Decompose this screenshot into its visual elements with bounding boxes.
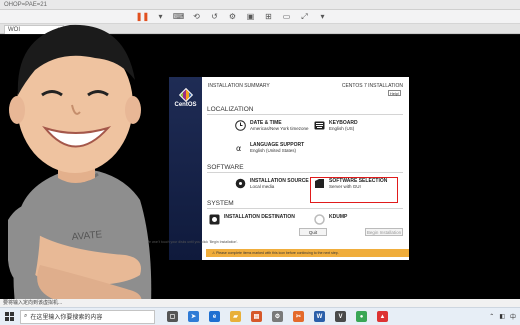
spoke-date-time-status: Americas/New York timezone <box>250 126 309 131</box>
taskbar-search-placeholder: 在这里输入你要搜索的内容 <box>30 315 103 321</box>
spoke-installation-destination[interactable]: INSTALLATION DESTINATION <box>209 214 295 225</box>
help-button[interactable]: Help! <box>388 90 401 96</box>
section-software: SOFTWARE <box>207 164 244 171</box>
view-dropdown-icon[interactable]: ▾ <box>318 12 327 21</box>
taskbar-search[interactable]: ⌕ 在这里输入你要搜索的内容 <box>20 309 155 324</box>
installer-window: CentOS INSTALLATION SUMMARY CENTOS 7 INS… <box>169 77 409 260</box>
vm-status-line: 要将输入定向到该虚拟机... <box>0 299 520 307</box>
search-icon: ⌕ <box>24 313 28 319</box>
installer-title: INSTALLATION SUMMARY <box>208 83 270 89</box>
divider <box>207 208 403 209</box>
store-icon[interactable]: ▤ <box>251 311 262 322</box>
spoke-destination-title: INSTALLATION DESTINATION <box>224 214 295 220</box>
spoke-keyboard[interactable]: KEYBOARD English (US) <box>314 120 358 132</box>
restore-icon[interactable]: ↺ <box>210 12 219 21</box>
taskbar-apps: ▢ ➤ e ▰ ▤ ⚙ ✂ W V ● ▲ <box>167 311 388 322</box>
send-icon[interactable]: ➤ <box>188 311 199 322</box>
console-icon[interactable]: ▭ <box>282 12 291 21</box>
spoke-language-support[interactable]: α LANGUAGE SUPPORT English (United State… <box>235 142 304 154</box>
tool-icon[interactable]: ✂ <box>293 311 304 322</box>
centos-logo-icon <box>178 87 193 103</box>
snapshot-icon[interactable]: ⟲ <box>192 12 201 21</box>
section-localization: LOCALIZATION <box>207 106 254 113</box>
chat-icon[interactable]: ● <box>356 311 367 322</box>
harddisk-icon <box>209 214 220 225</box>
stretch-icon[interactable]: ⤢ <box>300 12 309 21</box>
task-view-icon[interactable]: ▢ <box>167 311 178 322</box>
avatar-cartoon: AVATE <box>8 24 152 325</box>
centos-logo: CentOS <box>172 87 199 108</box>
highlight-box <box>310 177 398 203</box>
folder-icon[interactable]: ▰ <box>230 311 241 322</box>
spoke-source-status: Local media <box>250 184 275 189</box>
disc-icon <box>235 178 246 189</box>
kdump-icon <box>314 214 325 225</box>
svg-text:α: α <box>236 144 241 153</box>
language-icon: α <box>235 142 246 153</box>
word-icon[interactable]: W <box>314 311 325 322</box>
quit-button[interactable]: Quit <box>299 228 327 236</box>
begin-installation-button[interactable]: Begin Installation <box>365 228 403 236</box>
installer-version: CENTOS 7 INSTALLATION <box>341 83 403 89</box>
spoke-date-time[interactable]: DATE & TIME Americas/New York timezone <box>235 120 309 132</box>
warning-text: Please complete items marked with this i… <box>216 251 339 255</box>
network-icon[interactable]: ◧ <box>499 313 505 320</box>
edge-icon[interactable]: e <box>209 311 220 322</box>
clock-icon <box>235 120 246 131</box>
fullscreen-icon[interactable]: ▣ <box>246 12 255 21</box>
spoke-keyboard-status: English (US) <box>329 126 355 131</box>
red-app-icon[interactable]: ▲ <box>377 311 388 322</box>
send-keys-icon[interactable]: ⌨ <box>173 12 185 21</box>
settings-icon[interactable]: ⚙ <box>272 311 283 322</box>
keyboard-icon <box>314 120 325 131</box>
divider <box>207 172 403 173</box>
windows-start-icon[interactable] <box>0 308 18 325</box>
spoke-language-status: English (United States) <box>250 148 297 153</box>
spoke-kdump[interactable]: KDUMP <box>314 214 347 225</box>
spoke-kdump-title: KDUMP <box>329 214 348 220</box>
chevron-up-icon[interactable]: ⌃ <box>489 313 494 320</box>
ime-indicator[interactable]: 中 <box>510 312 516 321</box>
installer-sidebar: CentOS <box>169 77 202 260</box>
taskbar: ⌕ 在这里输入你要搜索的内容 ▢ ➤ e ▰ ▤ ⚙ ✂ W V ● ▲ ⌃ ◧… <box>0 307 520 325</box>
spoke-installation-source[interactable]: INSTALLATION SOURCE Local media <box>235 178 309 190</box>
vmware-icon[interactable]: V <box>335 311 346 322</box>
warning-bar: ⚠ Please complete items marked with this… <box>206 249 409 257</box>
brand-name: CentOS <box>174 102 197 108</box>
section-system: SYSTEM <box>207 200 234 207</box>
divider <box>207 114 403 115</box>
manage-icon[interactable]: ⚙ <box>228 12 237 21</box>
system-tray: ⌃ ◧ 中 <box>489 312 520 321</box>
unity-icon[interactable]: ⊞ <box>264 12 273 21</box>
